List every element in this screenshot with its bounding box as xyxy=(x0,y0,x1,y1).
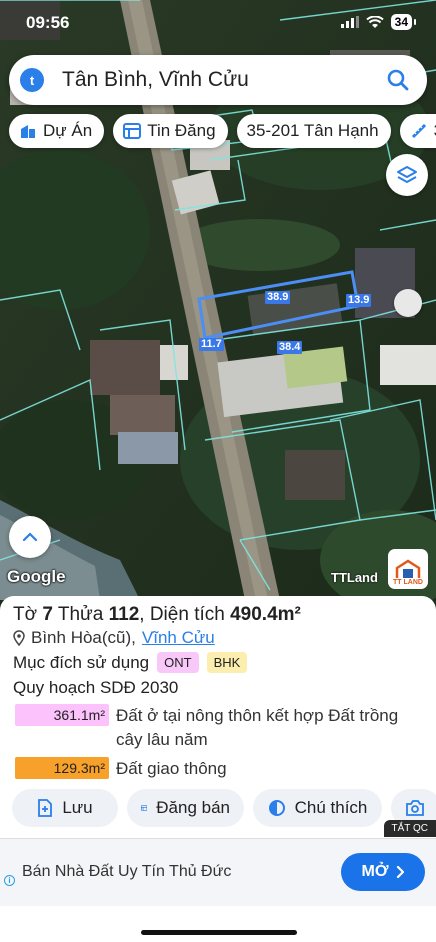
save-label: Lưu xyxy=(62,798,93,817)
chip-label: Tin Đăng xyxy=(147,121,216,140)
plot-number: 112 xyxy=(108,604,140,625)
signal-icon xyxy=(340,16,359,28)
edge-length-label: 11.7 xyxy=(199,338,224,351)
ad-open-label: MỞ xyxy=(361,863,389,880)
layers-icon xyxy=(397,166,417,183)
edge-length-label: 13.9 xyxy=(346,294,372,307)
chip-plot-id[interactable]: 35-201 Tân Hạnh xyxy=(236,114,391,148)
legend-button[interactable]: Chú thích xyxy=(253,789,382,827)
post-sale-label: Đăng bán xyxy=(156,798,230,817)
search-icon[interactable] xyxy=(383,65,413,95)
sheet-label: Tờ xyxy=(13,604,38,625)
drag-handle[interactable] xyxy=(394,289,422,317)
brand-watermark: TTLand xyxy=(331,570,378,585)
purpose-tag[interactable]: ONT xyxy=(157,652,199,673)
sheet-number: 7 xyxy=(42,604,53,625)
location-pin-icon xyxy=(13,630,25,646)
chevron-up-icon xyxy=(22,532,38,542)
zone-row: 361.1m² Đất ở tại nông thôn kết hợp Đất … xyxy=(15,704,426,752)
google-attribution: Google xyxy=(7,567,66,586)
legend-label: Chú thích xyxy=(294,798,368,817)
ruler-icon xyxy=(411,123,426,139)
edge-length-label: 38.4 xyxy=(277,341,303,354)
parcel-info-panel: Tờ 7 Thửa 112, Diện tích 490.4m² Bình Hò… xyxy=(0,596,436,942)
clock: 09:56 xyxy=(26,13,70,32)
parcel-location: Bình Hòa(cũ), Vĩnh Cửu xyxy=(13,628,215,648)
logo-text: TT LAND xyxy=(393,579,423,586)
search-bar[interactable]: t Tân Bình, Vĩnh Cửu xyxy=(9,55,427,105)
chip-label: 35-201 Tân Hạnh xyxy=(246,121,379,140)
district-link[interactable]: Vĩnh Cửu xyxy=(142,628,215,648)
house-icon xyxy=(395,559,421,578)
action-bar: Lưu Đăng bán Chú thích xyxy=(12,789,436,827)
area-label: , Diện tích xyxy=(139,604,225,625)
expand-panel-button[interactable] xyxy=(9,516,51,558)
land-use-purpose: Mục đích sử dụng ONT BHK xyxy=(13,652,248,673)
battery-indicator: 34 xyxy=(390,14,417,30)
listing-icon xyxy=(123,123,142,139)
chevron-right-icon xyxy=(397,866,405,878)
purpose-tag[interactable]: BHK xyxy=(206,652,248,673)
chip-projects[interactable]: Dự Án xyxy=(9,114,105,148)
ad-text: Bán Nhà Đất Uy Tín Thủ Đức xyxy=(22,863,232,880)
home-indicator[interactable] xyxy=(141,930,297,935)
chip-listings[interactable]: Tin Đăng xyxy=(113,114,228,148)
legend-icon xyxy=(268,800,285,816)
ad-banner[interactable]: i Bán Nhà Đất Uy Tín Thủ Đức MỞ xyxy=(0,838,436,906)
zone-area: 361.1m² xyxy=(15,704,109,726)
ward-name: Bình Hòa(cũ), xyxy=(31,628,136,647)
layers-button[interactable] xyxy=(386,154,428,196)
search-input[interactable]: Tân Bình, Vĩnh Cửu xyxy=(62,68,383,92)
purpose-label: Mục đích sử dụng xyxy=(13,652,150,672)
parcel-title: Tờ 7 Thửa 112, Diện tích 490.4m² xyxy=(13,604,301,626)
building-icon xyxy=(21,125,35,138)
filter-chips: Dự Án Tin Đăng 35-201 Tân Hạnh 35 xyxy=(9,114,436,148)
ttland-logo[interactable]: TT LAND xyxy=(388,549,428,589)
zone-description: Đất giao thông xyxy=(116,759,227,778)
plan-title: Quy hoạch SDĐ 2030 xyxy=(13,678,179,697)
status-bar: 09:56 34 xyxy=(0,0,436,46)
map-view[interactable]: 09:56 34 t Tân Bình, Vĩnh Cửu Dự Án Tin … xyxy=(0,0,436,600)
plot-label: Thửa xyxy=(57,604,104,625)
save-icon xyxy=(38,799,53,817)
zone-row: 129.3m² Đất giao thông xyxy=(15,757,426,781)
post-sale-button[interactable]: Đăng bán xyxy=(127,789,244,827)
close-ad-button[interactable]: TẮT QC xyxy=(383,820,436,837)
app-logo: t xyxy=(20,68,44,92)
ad-open-button[interactable]: MỞ xyxy=(341,853,425,891)
chip-measure[interactable]: 35 xyxy=(399,114,436,148)
save-button[interactable]: Lưu xyxy=(12,789,118,827)
zone-area: 129.3m² xyxy=(15,757,109,779)
sell-icon xyxy=(141,805,148,811)
edge-length-label: 38.9 xyxy=(265,291,291,304)
area-value: 490.4m² xyxy=(230,604,301,625)
camera-icon xyxy=(406,800,424,816)
zone-description: Đất ở tại nông thôn kết hợp Đất trồng câ… xyxy=(116,706,399,749)
wifi-icon xyxy=(365,15,384,28)
chip-label: Dự Án xyxy=(43,121,93,140)
info-icon[interactable]: i xyxy=(4,875,15,886)
